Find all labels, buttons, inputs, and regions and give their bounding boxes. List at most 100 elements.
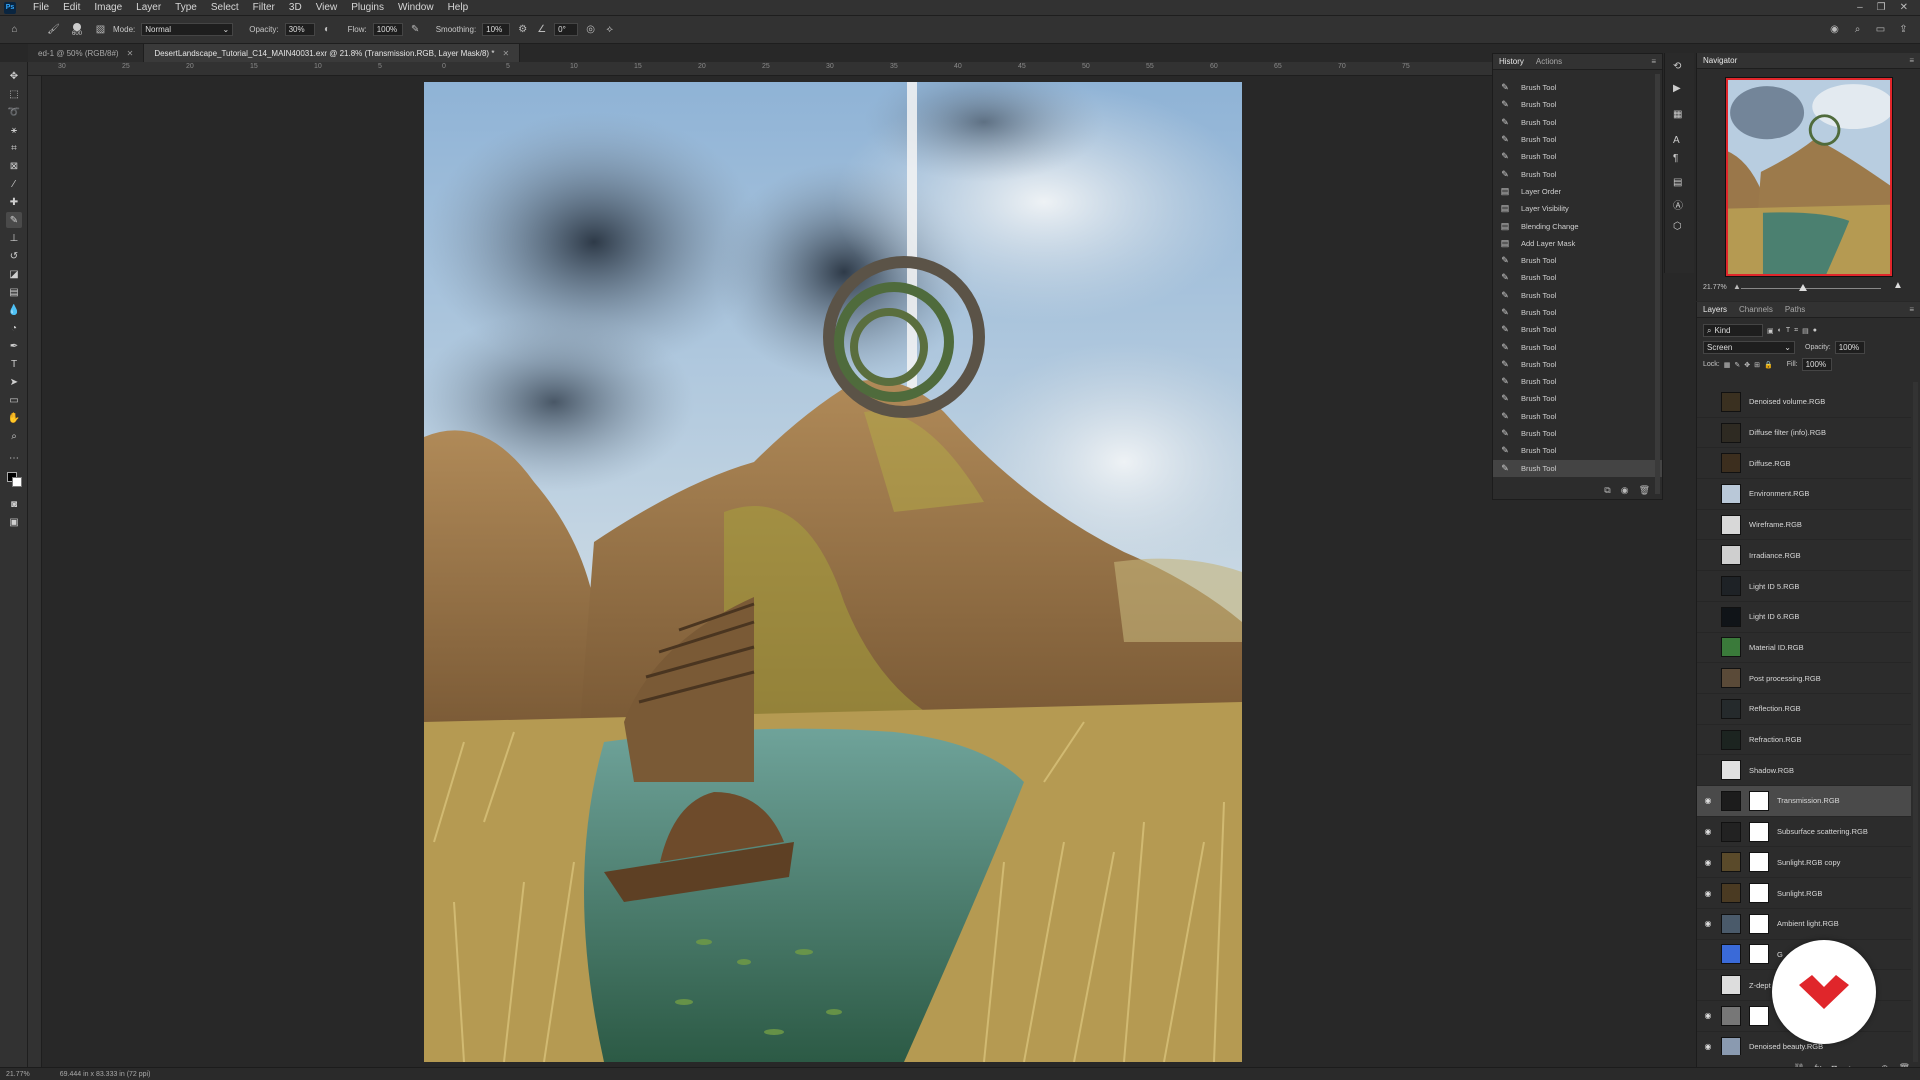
search-icon[interactable]: ⌕ xyxy=(1851,23,1864,36)
move-tool-icon[interactable]: ✥ xyxy=(6,68,22,84)
history-state[interactable]: ✎ Brush Tool xyxy=(1493,408,1662,425)
layer-thumbnail[interactable] xyxy=(1721,883,1741,904)
history-state[interactable]: ✎ Brush Tool xyxy=(1493,459,1662,477)
frame-tool-icon[interactable]: ⊠ xyxy=(6,158,22,174)
history-state[interactable]: ✎ Brush Tool xyxy=(1493,148,1662,165)
filter-shape-icon[interactable]: ⌗ xyxy=(1794,327,1798,335)
angle-field[interactable]: 0° xyxy=(554,23,579,36)
crop-tool-icon[interactable]: ⌗ xyxy=(6,140,22,156)
tab-document-1[interactable]: ed-1 @ 50% (RGB/8#) ✕ xyxy=(28,44,145,62)
layer-name[interactable]: Transmission.RGB xyxy=(1777,796,1840,805)
layer-name[interactable]: Environment.RGB xyxy=(1749,489,1809,498)
3d-cube-icon[interactable]: ⬡ xyxy=(1673,221,1682,232)
tab-paths[interactable]: Paths xyxy=(1785,305,1805,314)
visibility-eye-icon[interactable]: ◉ xyxy=(1701,1011,1715,1020)
layer-row[interactable]: Diffuse filter (info).RGB xyxy=(1697,418,1911,449)
filter-smart-object-icon[interactable]: ▤ xyxy=(1802,327,1809,335)
layer-name[interactable]: Reflection.RGB xyxy=(1749,704,1801,713)
history-state[interactable]: ✎ Brush Tool xyxy=(1493,425,1662,442)
path-selection-icon[interactable]: ➤ xyxy=(6,374,22,390)
history-state[interactable]: ▤ Layer Visibility xyxy=(1493,200,1662,217)
tab-channels[interactable]: Channels xyxy=(1739,305,1773,314)
history-state[interactable]: ✎ Brush Tool xyxy=(1493,252,1662,269)
blur-tool-icon[interactable]: 💧 xyxy=(6,302,22,318)
history-state[interactable]: ✎ Brush Tool xyxy=(1493,390,1662,407)
layer-thumbnail[interactable] xyxy=(1721,483,1741,504)
artwork-image[interactable] xyxy=(424,82,1242,1062)
paragraph-panel-icon[interactable]: ¶ xyxy=(1673,153,1678,164)
glyphs-icon[interactable]: Ⓐ xyxy=(1673,197,1683,212)
layer-name[interactable]: Z-dept xyxy=(1749,981,1771,990)
history-scrollbar[interactable] xyxy=(1655,74,1660,494)
menu-file[interactable]: File xyxy=(26,2,56,13)
history-state[interactable]: ▤ Blending Change xyxy=(1493,217,1662,234)
pen-tool-icon[interactable]: ✒ xyxy=(6,338,22,354)
lock-artboard-icon[interactable]: ⊞ xyxy=(1754,361,1760,369)
layers-scrollbar[interactable] xyxy=(1913,382,1918,1062)
layer-opacity-field[interactable]: 100% xyxy=(1834,341,1865,354)
layer-mask-thumbnail[interactable] xyxy=(1749,944,1769,965)
visibility-eye-icon[interactable]: ◉ xyxy=(1701,919,1715,928)
menu-plugins[interactable]: Plugins xyxy=(344,2,391,13)
airbrush-icon[interactable]: ✎ xyxy=(409,23,422,36)
dodge-tool-icon[interactable]: ◔ xyxy=(6,320,22,336)
fill-field[interactable]: 100% xyxy=(1801,358,1832,371)
character-panel-icon[interactable]: A xyxy=(1673,135,1680,146)
brush-settings-icon[interactable]: ▧ xyxy=(94,23,107,36)
layer-mask-thumbnail[interactable] xyxy=(1749,1005,1769,1026)
history-brush-icon[interactable]: ↺ xyxy=(6,248,22,264)
history-state[interactable]: ✎ Brush Tool xyxy=(1493,338,1662,355)
visibility-eye-icon[interactable]: ◉ xyxy=(1701,827,1715,836)
gear-icon[interactable]: ⚙ xyxy=(516,23,529,36)
history-state[interactable]: ✎ Brush Tool xyxy=(1493,287,1662,304)
layer-row[interactable]: ◉ Ambient light.RGB xyxy=(1697,909,1911,940)
blend-mode-select[interactable]: Screen ⌄ xyxy=(1703,341,1795,354)
visibility-eye-icon[interactable]: ◉ xyxy=(1701,858,1715,867)
layer-thumbnail[interactable] xyxy=(1721,821,1741,842)
marquee-tool-icon[interactable]: ⬚ xyxy=(6,86,22,102)
new-document-from-state-icon[interactable]: ⧉ xyxy=(1604,485,1610,496)
panel-menu-icon[interactable]: ≡ xyxy=(1909,305,1920,314)
filter-toggle-icon[interactable]: ● xyxy=(1813,327,1817,334)
layer-name[interactable]: Irradiance.RGB xyxy=(1749,551,1801,560)
layer-name[interactable]: G xyxy=(1777,950,1783,959)
actions-play-icon[interactable]: ▶ xyxy=(1673,83,1681,94)
menu-help[interactable]: Help xyxy=(441,2,476,13)
layer-name[interactable]: Sunlight.RGB copy xyxy=(1777,858,1840,867)
brush-size-picker[interactable]: 600 xyxy=(66,22,88,37)
pressure-size-icon[interactable]: ◎ xyxy=(584,23,597,36)
layer-thumbnail[interactable] xyxy=(1721,637,1741,658)
minimize-button[interactable]: – xyxy=(1857,2,1863,13)
layer-row[interactable]: Shadow.RGB xyxy=(1697,755,1911,787)
lock-position-icon[interactable]: ✥ xyxy=(1744,361,1750,369)
layer-name[interactable]: Wireframe.RGB xyxy=(1749,520,1802,529)
layer-thumbnail[interactable] xyxy=(1721,453,1741,474)
panel-menu-icon[interactable]: ≡ xyxy=(1909,56,1920,65)
type-tool-icon[interactable]: T xyxy=(6,356,22,372)
layer-row[interactable]: ◉ Subsurface scattering.RGB xyxy=(1697,817,1911,848)
layer-row[interactable]: Wireframe.RGB xyxy=(1697,510,1911,541)
history-state[interactable]: ✎ Brush Tool xyxy=(1493,321,1662,338)
history-state[interactable]: ✎ Brush Tool xyxy=(1493,79,1662,96)
filter-pixel-icon[interactable]: ▣ xyxy=(1767,327,1774,335)
history-state[interactable]: ✎ Brush Tool xyxy=(1493,356,1662,373)
filter-type-icon[interactable]: T xyxy=(1786,327,1790,334)
user-icon[interactable]: ◉ xyxy=(1828,23,1841,36)
layer-thumbnail[interactable] xyxy=(1721,606,1741,627)
screen-mode-icon[interactable]: ▣ xyxy=(6,514,22,530)
layer-row[interactable]: Light ID 5.RGB xyxy=(1697,571,1911,602)
layer-name[interactable]: Post processing.RGB xyxy=(1749,674,1821,683)
layer-thumbnail[interactable] xyxy=(1721,975,1741,996)
layer-mask-thumbnail[interactable] xyxy=(1749,852,1769,873)
navigator-zoom[interactable]: 21.77% xyxy=(1703,284,1727,291)
layer-thumbnail[interactable] xyxy=(1721,729,1741,750)
layer-name[interactable]: Shadow.RGB xyxy=(1749,766,1794,775)
gradient-icon[interactable]: ▤ xyxy=(6,284,22,300)
mode-select[interactable]: Normal ⌄ xyxy=(141,23,234,36)
history-panel-icon[interactable]: ⟲ xyxy=(1673,61,1681,72)
slider-handle[interactable] xyxy=(1799,284,1807,291)
menu-edit[interactable]: Edit xyxy=(56,2,87,13)
layer-name[interactable]: Light ID 5.RGB xyxy=(1749,582,1799,591)
menu-layer[interactable]: Layer xyxy=(129,2,168,13)
menu-select[interactable]: Select xyxy=(204,2,246,13)
